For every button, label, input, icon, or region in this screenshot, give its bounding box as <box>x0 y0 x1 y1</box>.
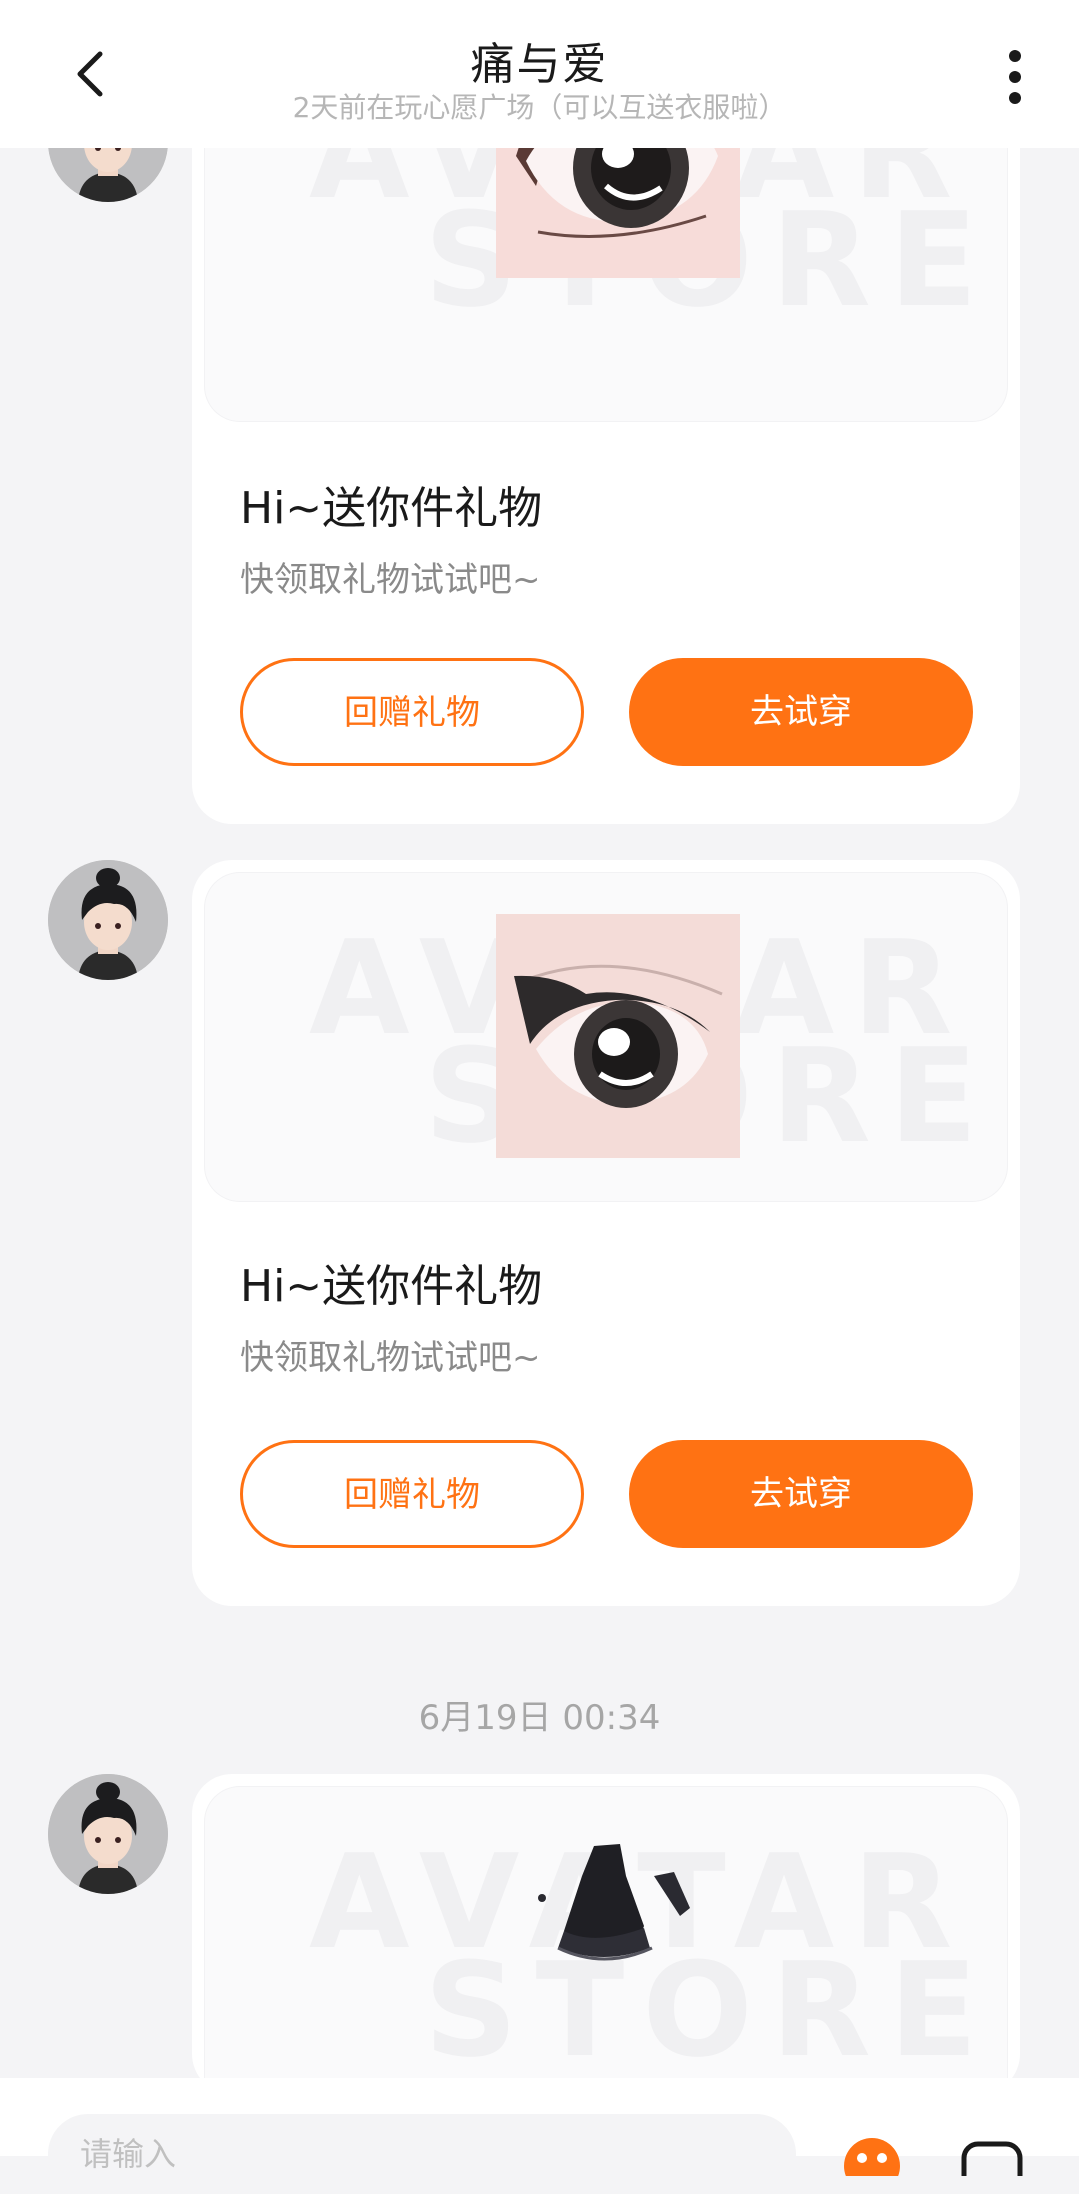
chat-subtitle: 2天前在玩心愿广场（可以互送衣服啦） <box>292 91 787 124</box>
sender-avatar[interactable] <box>48 1774 168 1894</box>
gift-description: 快领取礼物试试吧~ <box>240 560 541 600</box>
gift-card: AVATAR STORE <box>192 1774 1020 2116</box>
try-on-button[interactable]: 去试穿 <box>629 1440 973 1548</box>
gift-card: AVATAR STORE Hi~送你件礼物 快领取礼物试试吧~ 回赠礼物 去试穿 <box>192 860 1020 1606</box>
mascot-emoji-icon[interactable] <box>842 2136 902 2194</box>
gift-title: Hi~送你件礼物 <box>240 483 543 534</box>
message-input[interactable]: 请输入 <box>48 2114 796 2194</box>
eye-item-thumbnail <box>496 914 740 1158</box>
dress-item-thumbnail <box>534 1836 714 1976</box>
return-gift-button[interactable]: 回赠礼物 <box>240 658 584 766</box>
chat-title: 痛与爱 <box>470 39 609 90</box>
try-on-button[interactable]: 去试穿 <box>629 658 973 766</box>
message-input-bar: 请输入 <box>0 2078 1079 2194</box>
gift-preview[interactable]: AVATAR STORE <box>204 1786 1008 2116</box>
gift-title: Hi~送你件礼物 <box>240 1261 543 1312</box>
image-picker-icon[interactable] <box>960 2136 1024 2194</box>
message-timestamp: 6月19日 00:34 <box>418 1698 661 1738</box>
return-gift-button[interactable]: 回赠礼物 <box>240 1440 584 1548</box>
chat-header: 痛与爱 2天前在玩心愿广场（可以互送衣服啦） <box>0 0 1079 148</box>
more-options-icon[interactable] <box>995 44 1035 110</box>
sender-avatar[interactable] <box>48 860 168 980</box>
gift-card: AVATAR STORE Hi~送你件礼物 快领取礼物试试吧~ 回赠礼物 去试穿 <box>192 36 1020 824</box>
gift-description: 快领取礼物试试吧~ <box>240 1338 541 1378</box>
gift-preview[interactable]: AVATAR STORE <box>204 872 1008 1202</box>
